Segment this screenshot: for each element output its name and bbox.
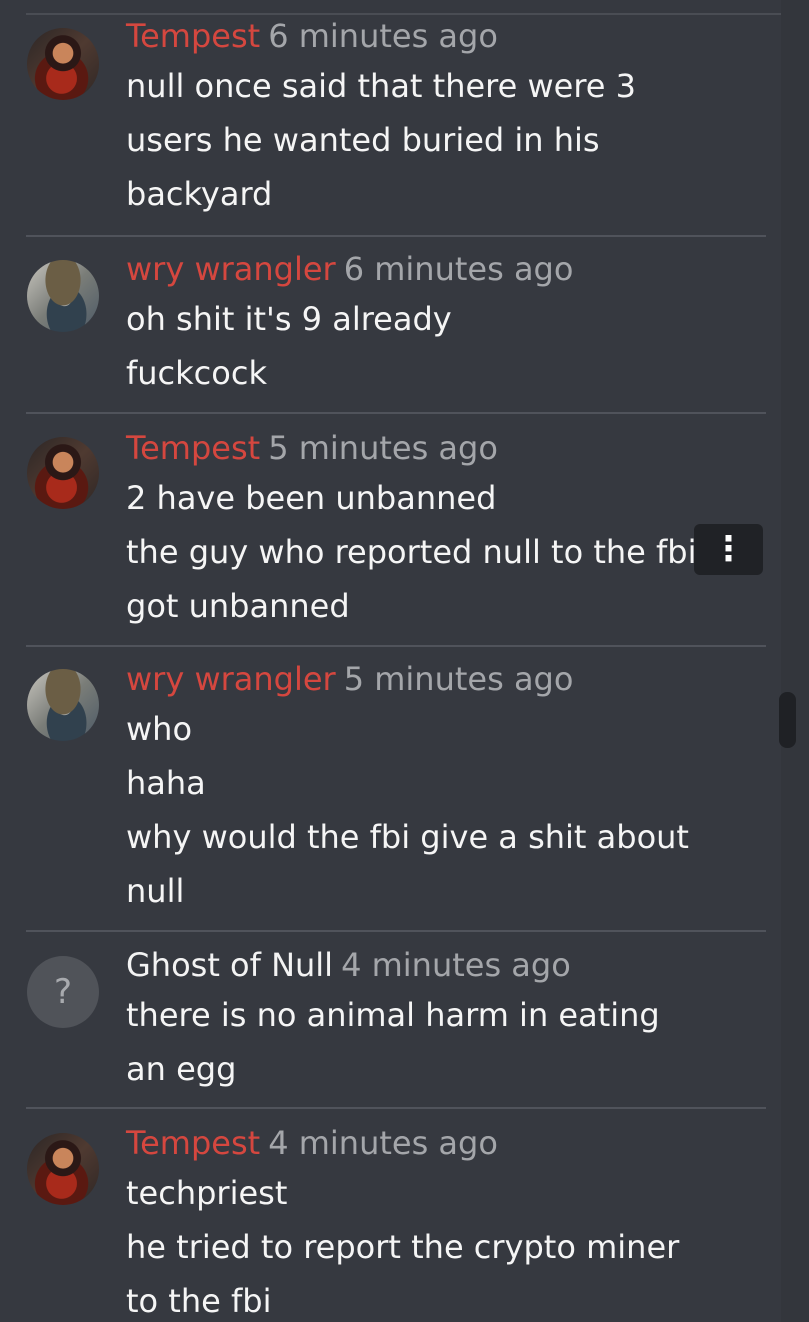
message-line: there is no animal harm in eating bbox=[126, 996, 660, 1034]
message-divider bbox=[26, 1107, 766, 1109]
message-author[interactable]: Tempest bbox=[126, 429, 260, 467]
chat-panel: Tempest 6 minutes ago null once said that… bbox=[0, 0, 809, 1322]
message-author[interactable]: Tempest bbox=[126, 1124, 260, 1162]
scrollbar-thumb[interactable] bbox=[779, 692, 796, 748]
message-body: oh shit it's 9 already fuckcock bbox=[126, 292, 771, 400]
wry-wrangler-avatar[interactable] bbox=[27, 260, 99, 332]
tempest-avatar[interactable] bbox=[27, 437, 99, 509]
message-line: to the fbi bbox=[126, 1282, 272, 1320]
message-line: the guy who reported null to the fbi bbox=[126, 533, 697, 571]
message-body: 2 have been unbanned the guy who reporte… bbox=[126, 471, 771, 633]
ghost-avatar[interactable]: ? bbox=[27, 956, 99, 1028]
message-line: fuckcock bbox=[126, 354, 267, 392]
wry-wrangler-avatar[interactable] bbox=[27, 669, 99, 741]
message-menu-button[interactable]: ⋮ bbox=[694, 524, 763, 575]
message-header: wry wrangler 5 minutes ago bbox=[126, 656, 573, 702]
message-line: he tried to report the crypto miner bbox=[126, 1228, 680, 1266]
message-line: null bbox=[126, 872, 185, 910]
message-line: oh shit it's 9 already bbox=[126, 300, 452, 338]
message-divider bbox=[26, 235, 766, 237]
more-vertical-icon: ⋮ bbox=[711, 529, 746, 569]
message-timestamp: 6 minutes ago bbox=[268, 17, 498, 55]
message-header: Tempest 6 minutes ago bbox=[126, 13, 498, 59]
message-timestamp: 4 minutes ago bbox=[341, 946, 571, 984]
message-line: users he wanted buried in his bbox=[126, 121, 600, 159]
message-author[interactable]: Tempest bbox=[126, 17, 260, 55]
tempest-avatar[interactable] bbox=[27, 1133, 99, 1205]
message-divider bbox=[26, 930, 766, 932]
message-body: who haha why would the fbi give a shit a… bbox=[126, 702, 771, 918]
question-mark-icon: ? bbox=[53, 972, 73, 1012]
message-header: wry wrangler 6 minutes ago bbox=[126, 246, 573, 292]
message-timestamp: 6 minutes ago bbox=[343, 250, 574, 288]
message-line: got unbanned bbox=[126, 587, 350, 625]
message-body: techpriest he tried to report the crypto… bbox=[126, 1166, 771, 1322]
message-line: null once said that there were 3 bbox=[126, 67, 636, 105]
message-line: backyard bbox=[126, 175, 273, 213]
message-header: Tempest 5 minutes ago bbox=[126, 425, 498, 471]
message-divider bbox=[26, 412, 766, 414]
message-line: why would the fbi give a shit about bbox=[126, 818, 689, 856]
tempest-avatar[interactable] bbox=[27, 28, 99, 100]
message-line: an egg bbox=[126, 1050, 237, 1088]
message-timestamp: 4 minutes ago bbox=[268, 1124, 498, 1162]
message-body: there is no animal harm in eating an egg bbox=[126, 988, 771, 1096]
message-body: null once said that there were 3 users h… bbox=[126, 59, 771, 221]
message-line: 2 have been unbanned bbox=[126, 479, 497, 517]
message-line: haha bbox=[126, 764, 206, 802]
message-author[interactable]: Ghost of Null bbox=[126, 946, 333, 984]
message-author[interactable]: wry wrangler bbox=[126, 250, 336, 288]
scrollbar-track[interactable] bbox=[781, 0, 809, 1322]
message-timestamp: 5 minutes ago bbox=[268, 429, 498, 467]
message-header: Ghost of Null 4 minutes ago bbox=[126, 942, 571, 988]
message-timestamp: 5 minutes ago bbox=[343, 660, 574, 698]
message-line: who bbox=[126, 710, 193, 748]
message-header: Tempest 4 minutes ago bbox=[126, 1120, 498, 1166]
message-line: techpriest bbox=[126, 1174, 288, 1212]
message-divider bbox=[26, 645, 766, 647]
message-author[interactable]: wry wrangler bbox=[126, 660, 336, 698]
